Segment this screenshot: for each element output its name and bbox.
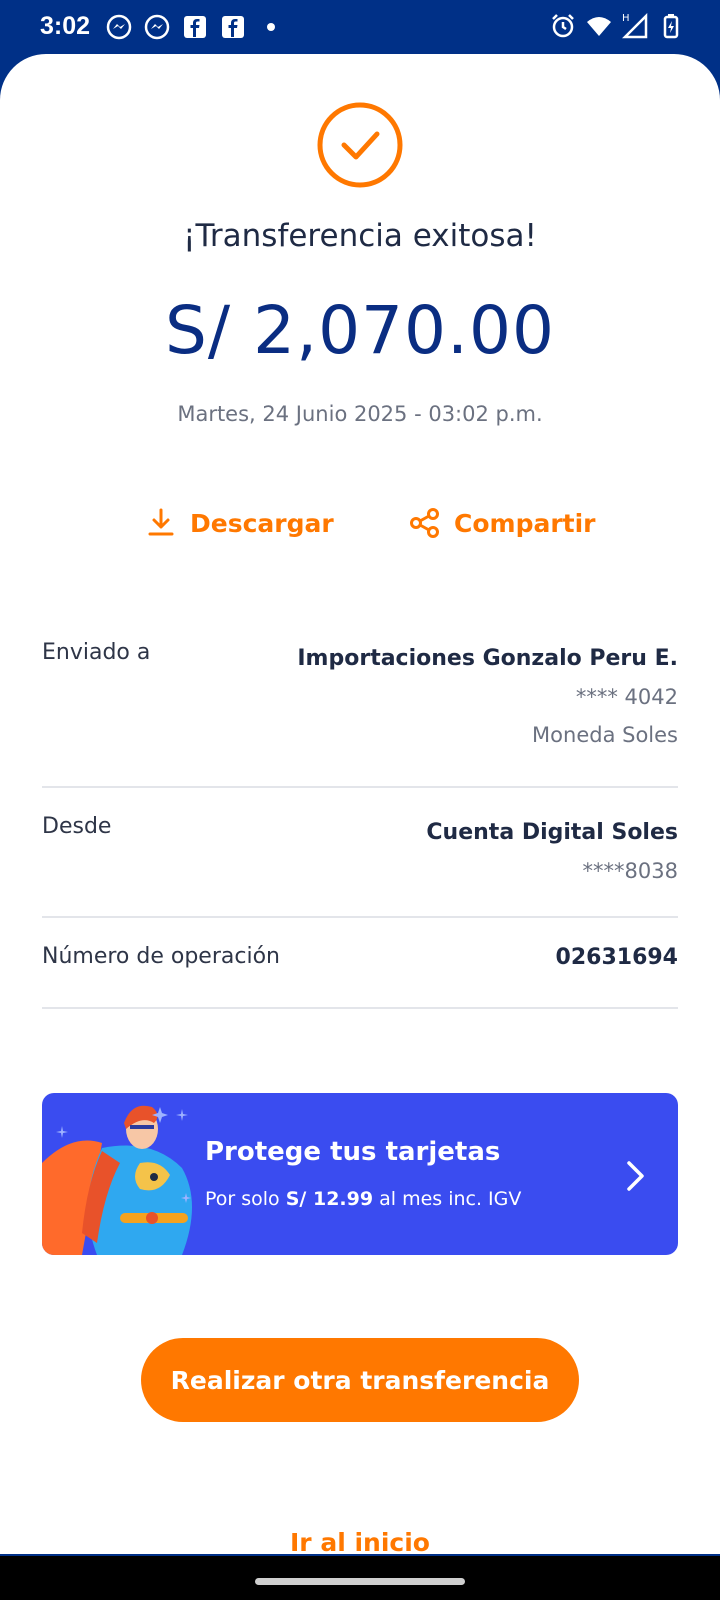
facebook-icon — [222, 16, 244, 38]
system-navigation-bar — [0, 1556, 720, 1600]
source-label: Desde — [42, 814, 112, 839]
source-account-number: ****8038 — [582, 859, 678, 883]
wifi-icon — [587, 17, 611, 36]
recipient-currency: Moneda Soles — [532, 723, 678, 747]
signal-icon: H — [622, 13, 648, 39]
new-transfer-button[interactable]: Realizar otra transferencia — [141, 1338, 579, 1422]
promo-title: Protege tus tarjetas — [205, 1137, 501, 1167]
messenger-icon — [106, 14, 132, 40]
promo-subtitle-prefix: Por solo — [205, 1188, 286, 1210]
operation-row: Número de operación 02631694 — [42, 944, 678, 972]
promo-subtitle: Por solo S/ 12.99 al mes inc. IGV — [205, 1188, 521, 1210]
recipient-values: Importaciones Gonzalo Peru E. **** 4042 … — [297, 640, 678, 754]
status-bar: 3:02 H — [0, 0, 720, 56]
recipient-account: **** 4042 — [575, 685, 678, 709]
download-button[interactable]: Descargar — [144, 506, 334, 540]
operation-label: Número de operación — [42, 944, 280, 969]
divider — [42, 1007, 678, 1009]
operation-values: 02631694 — [556, 944, 678, 972]
share-icon — [410, 508, 439, 538]
recipient-name: Importaciones Gonzalo Peru E. — [297, 646, 678, 671]
system-icons: H — [550, 13, 684, 39]
promo-price: S/ 12.99 — [285, 1188, 374, 1210]
dot-icon — [267, 23, 275, 31]
source-row: Desde Cuenta Digital Soles ****8038 — [42, 814, 678, 890]
promo-subtitle-suffix: al mes inc. IGV — [373, 1188, 522, 1210]
status-time: 3:02 — [40, 12, 91, 40]
notification-icons — [106, 14, 284, 40]
transfer-amount: S/ 2,070.00 — [164, 292, 556, 369]
share-label: Compartir — [454, 508, 596, 538]
gesture-handle[interactable] — [255, 1578, 465, 1585]
success-title: ¡Transferencia exitosa! — [183, 218, 537, 254]
divider — [42, 786, 678, 788]
alarm-icon — [552, 14, 574, 38]
card-protection-banner[interactable]: Protege tus tarjetas Por solo S/ 12.99 a… — [42, 1093, 678, 1255]
check-circle-icon — [317, 102, 403, 188]
source-account-name: Cuenta Digital Soles — [426, 820, 678, 845]
messenger-icon — [144, 14, 170, 40]
source-values: Cuenta Digital Soles ****8038 — [426, 814, 678, 890]
go-home-link[interactable]: Ir al inicio — [0, 1528, 720, 1557]
svg-text:H: H — [622, 13, 630, 24]
battery-charging-icon — [663, 14, 679, 39]
superhero-illustration — [42, 1105, 192, 1255]
facebook-icon — [184, 16, 206, 38]
download-icon — [148, 508, 174, 536]
chevron-right-icon — [627, 1161, 644, 1191]
share-button[interactable]: Compartir — [408, 506, 596, 540]
recipient-label: Enviado a — [42, 640, 151, 665]
transfer-datetime: Martes, 24 Junio 2025 - 03:02 p.m. — [177, 402, 543, 426]
divider — [42, 916, 678, 918]
recipient-row: Enviado a Importaciones Gonzalo Peru E. … — [42, 640, 678, 754]
download-label: Descargar — [190, 508, 334, 538]
operation-number: 02631694 — [555, 945, 678, 970]
receipt-sheet — [0, 54, 720, 1554]
